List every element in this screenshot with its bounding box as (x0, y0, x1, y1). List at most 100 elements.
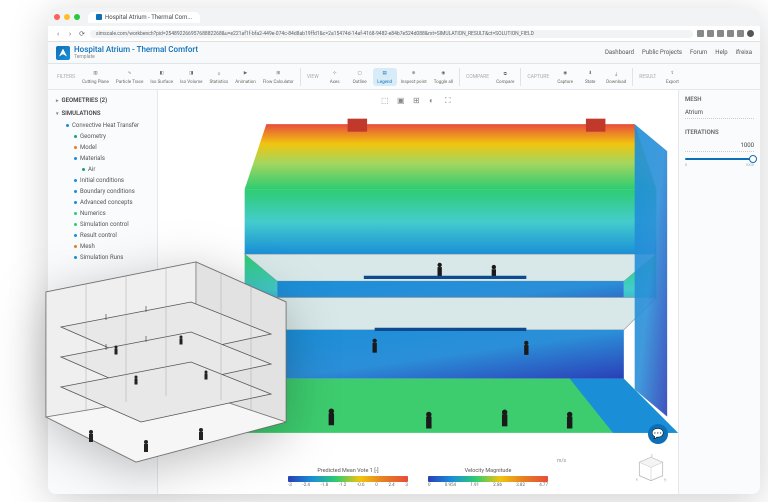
cutting-plane-icon: ▥ (90, 69, 100, 79)
tool-axes[interactable]: ⊹Axes (323, 68, 347, 86)
color-legend: Predicted Mean Vote 1 [-] -3-2.4-1.8-1.2… (288, 468, 548, 488)
legend-vel-ticks: 00.9541.912.863.824.77 (428, 483, 548, 488)
nav-public-projects[interactable]: Public Projects (642, 49, 682, 56)
nav-forum[interactable]: Forum (690, 49, 707, 56)
tool-outline[interactable]: ▢Outline (348, 68, 372, 86)
tree-item-air[interactable]: Air (48, 164, 157, 175)
simulation-tree: ▸ GEOMETRIES (2) ▾ SIMULATIONS Convectiv… (48, 90, 158, 494)
tree-item-initial-conditions[interactable]: Initial conditions (48, 175, 157, 186)
orientation-cube[interactable]: x y z (634, 454, 668, 484)
iterations-slider[interactable]: 0 1000 (685, 158, 754, 167)
reload-icon[interactable]: ⟳ (78, 30, 86, 38)
tab-title: Hospital Atrium - Thermal Com... (105, 14, 192, 21)
results-toolbar: FILTERS ▥Cutting Plane ∿Particle Trace ◧… (48, 64, 760, 90)
minimize-window-icon[interactable] (64, 14, 70, 20)
tree-item-numerics[interactable]: Numerics (48, 208, 157, 219)
tree-item-simulation-runs[interactable]: Simulation Runs (48, 252, 157, 263)
tool-animation[interactable]: ▶Animation (232, 68, 259, 86)
tree-item-result-control[interactable]: Result control (48, 230, 157, 241)
stats-icon: ≡ (214, 69, 224, 79)
animation-icon: ▶ (241, 69, 251, 79)
nav-help[interactable]: Help (715, 49, 727, 56)
svg-text:x: x (636, 478, 638, 482)
state-icon: ⬇ (585, 69, 595, 79)
maximize-window-icon[interactable] (74, 14, 80, 20)
tool-download[interactable]: ⤓Download (603, 68, 629, 86)
tool-toggle-all[interactable]: ◉Toggle all (431, 68, 456, 86)
browser-tab[interactable]: Hospital Atrium - Thermal Com... (88, 12, 200, 23)
iterations-section: ITERATIONS 1000 0 1000 (685, 129, 754, 167)
mesh-value[interactable]: Atrium (685, 107, 754, 119)
ext-icon[interactable] (697, 30, 704, 37)
toolbar-group-filters: FILTERS (54, 74, 78, 80)
tool-compare[interactable]: ⧉Compare (493, 68, 517, 86)
nav-dashboard[interactable]: Dashboard (605, 49, 634, 56)
3d-viewport[interactable]: ⬚ ▣ ⊞ ◐ ⛶ (158, 90, 678, 494)
extension-icons (697, 30, 754, 37)
legend-vel-unit: m/s (557, 458, 566, 464)
tool-cutting-plane[interactable]: ▥Cutting Plane (79, 68, 112, 86)
tool-flow-calculator[interactable]: ⊞Flow Calculator (260, 68, 297, 86)
toolbar-group-compare: COMPARE (463, 74, 492, 80)
slider-thumb-icon[interactable] (749, 155, 757, 163)
status-dot-icon (74, 179, 77, 182)
inspect-icon: ⊕ (409, 69, 419, 79)
tool-inspect-point[interactable]: ⊕Inspect point (398, 68, 430, 86)
tool-iso-surface[interactable]: ◧Iso Surface (147, 68, 176, 86)
export-icon: ⇪ (667, 69, 677, 79)
tool-particle-trace[interactable]: ∿Particle Trace (113, 68, 146, 86)
iso-surface-icon: ◧ (157, 69, 167, 79)
tool-iso-volume[interactable]: ◨Iso Volume (177, 68, 205, 86)
tree-item-boundary-conditions[interactable]: Boundary conditions (48, 186, 157, 197)
legend-vel-gradient[interactable] (428, 476, 548, 482)
toolbar-group-view: VIEW (304, 74, 322, 80)
tree-simulations-header[interactable]: ▾ SIMULATIONS (48, 107, 157, 120)
window-controls[interactable] (54, 14, 80, 20)
tree-item-mesh[interactable]: Mesh (48, 241, 157, 252)
ext-icon[interactable] (707, 30, 714, 37)
browser-window: Hospital Atrium - Thermal Com... ‹ › ⟳ s… (48, 8, 760, 494)
status-dot-icon (74, 135, 77, 138)
mesh-title: MESH (685, 96, 754, 103)
toolbar-group-capture: CAPTURE (524, 74, 552, 80)
simscale-logo-icon[interactable] (56, 46, 70, 60)
tree-item-cht[interactable]: Convective Heat Transfer (48, 120, 157, 131)
project-title-block: Hospital Atrium - Thermal Comfort Templa… (74, 45, 198, 60)
tool-state[interactable]: ⬇State (578, 68, 602, 86)
status-dot-icon (74, 157, 77, 160)
close-window-icon[interactable] (54, 14, 60, 20)
project-title[interactable]: Hospital Atrium - Thermal Comfort (74, 45, 198, 54)
iterations-value[interactable]: 1000 (685, 140, 754, 152)
avatar-icon[interactable] (747, 30, 754, 37)
url-toolbar: ‹ › ⟳ simscale.com/workbench?pid=2548922… (48, 26, 760, 42)
ext-icon[interactable] (727, 30, 734, 37)
tool-legend[interactable]: ▤Legend (373, 68, 397, 86)
tree-item-simulation-control[interactable]: Simulation control (48, 219, 157, 230)
tree-item-geometry[interactable]: Geometry (48, 131, 157, 142)
forward-icon[interactable]: › (66, 30, 74, 38)
tree-item-advanced-concepts[interactable]: Advanced concepts (48, 197, 157, 208)
tool-statistics[interactable]: ≡Statistics (207, 68, 232, 86)
legend-velocity: Velocity Magnitude m/s 00.9541.912.863.8… (428, 468, 548, 488)
tool-capture[interactable]: ◉Capture (553, 68, 577, 86)
legend-pmv-gradient[interactable] (288, 476, 408, 482)
flow-icon: ⊞ (273, 69, 283, 79)
result-properties-panel: MESH Atrium ITERATIONS 1000 0 1000 (678, 90, 760, 494)
app-header: Hospital Atrium - Thermal Comfort Templa… (48, 42, 760, 64)
toolbar-separator (632, 68, 633, 86)
tree-item-model[interactable]: Model (48, 142, 157, 153)
toolbar-separator (300, 68, 301, 86)
tree-geometries-header[interactable]: ▸ GEOMETRIES (2) (48, 94, 157, 107)
ext-icon[interactable] (737, 30, 744, 37)
nav-user[interactable]: ifreixa (736, 49, 752, 56)
iso-volume-icon: ◨ (186, 69, 196, 79)
tool-export[interactable]: ⇪Export (660, 68, 684, 86)
url-field[interactable]: simscale.com/workbench?pid=2548922669576… (90, 30, 693, 38)
legend-pmv-title: Predicted Mean Vote 1 [-] (288, 468, 408, 474)
tree-item-materials[interactable]: Materials (48, 153, 157, 164)
legend-vel-title: Velocity Magnitude (428, 468, 548, 474)
main-area: ▸ GEOMETRIES (2) ▾ SIMULATIONS Convectiv… (48, 90, 760, 494)
ext-icon[interactable] (717, 30, 724, 37)
back-icon[interactable]: ‹ (54, 30, 62, 38)
help-fab[interactable]: 💬 (648, 424, 668, 444)
